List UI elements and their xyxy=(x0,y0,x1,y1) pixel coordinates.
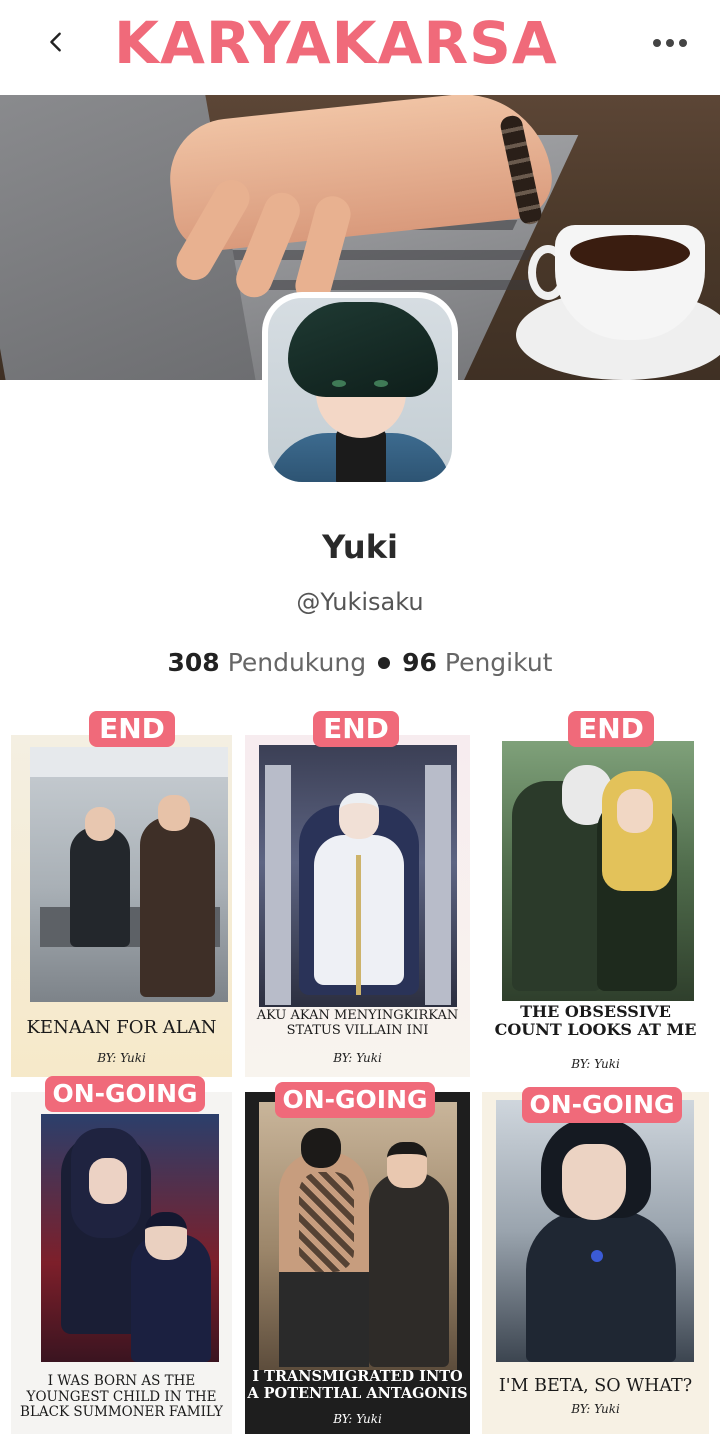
avatar-eye xyxy=(374,380,388,387)
book-cover: AKU AKAN MENYINGKIRKAN STATUS VILLAIN INI… xyxy=(245,735,470,1077)
book-card[interactable]: AKU AKAN MENYINGKIRKAN STATUS VILLAIN INI… xyxy=(245,711,470,1077)
avatar-image xyxy=(268,298,452,482)
book-card[interactable]: I WAS BORN AS THE YOUNGEST CHILD IN THE BL… xyxy=(11,1076,232,1434)
book-cover: KENAAN FOR ALAN BY: Yuki xyxy=(11,735,232,1077)
cover-figure-head xyxy=(85,807,115,841)
bullet-separator xyxy=(378,656,391,669)
cover-figure-head xyxy=(387,1142,427,1188)
cover-illustration xyxy=(259,1102,457,1370)
cover-illustration xyxy=(41,1114,219,1362)
cover-illustration xyxy=(30,747,228,1002)
cover-figure-head xyxy=(617,789,653,833)
cover-figure-head xyxy=(301,1128,341,1168)
book-cover: I'M BETA, SO WHAT? BY: Yuki xyxy=(482,1092,709,1434)
avatar[interactable] xyxy=(262,292,458,488)
book-title: THE OBSESSIVE COUNT LOOKS AT ME xyxy=(494,1002,697,1040)
book-byline: BY: Yuki xyxy=(97,1051,146,1065)
supporters-count: 308 xyxy=(167,648,220,677)
book-card[interactable]: I TRANSMIGRATED INTO A POTENTIAL ANTAGONI… xyxy=(245,1082,470,1434)
book-cover: I TRANSMIGRATED INTO A POTENTIAL ANTAGONI… xyxy=(245,1092,470,1434)
supporters-label: Pendukung xyxy=(227,648,367,677)
book-byline: BY: Yuki xyxy=(571,1402,620,1416)
cover-figure-head xyxy=(145,1212,187,1260)
more-options-button[interactable] xyxy=(648,28,692,58)
cover-tattoo xyxy=(299,1172,354,1272)
cover-figure-cardigan xyxy=(369,1172,449,1367)
avatar-hair xyxy=(288,302,438,397)
app-title: KARYAKARSA xyxy=(114,9,558,77)
cover-sword xyxy=(356,855,361,995)
cover-illustration xyxy=(502,741,694,1001)
status-badge: END xyxy=(89,711,175,747)
status-badge: ON-GOING xyxy=(45,1076,205,1112)
cover-figure-head xyxy=(339,793,379,839)
cover-illustration xyxy=(496,1100,694,1362)
book-title: I'M BETA, SO WHAT? xyxy=(498,1376,693,1396)
cover-illustration xyxy=(259,745,457,1007)
cover-figure-pants xyxy=(279,1272,369,1367)
more-horizontal-icon xyxy=(653,39,687,47)
cover-pillar xyxy=(265,765,291,1005)
book-title: I WAS BORN AS THE YOUNGEST CHILD IN THE BL… xyxy=(20,1373,223,1421)
followers-label: Pengikut xyxy=(444,648,553,677)
cover-figure-head xyxy=(158,795,190,831)
chevron-left-icon xyxy=(50,32,61,52)
cover-ceiling xyxy=(30,747,228,777)
status-badge: END xyxy=(568,711,654,747)
book-title: AKU AKAN MENYINGKIRKAN STATUS VILLAIN INI xyxy=(256,1008,459,1038)
profile-name: Yuki xyxy=(322,528,398,566)
book-cover: THE OBSESSIVE COUNT LOOKS AT ME BY: Yuki xyxy=(482,735,709,1077)
book-byline: BY: Yuki xyxy=(333,1412,382,1426)
book-card[interactable]: I'M BETA, SO WHAT? BY: Yuki ON-GOING xyxy=(482,1087,709,1434)
followers-count: 96 xyxy=(402,648,437,677)
cover-figure-head xyxy=(562,1144,626,1220)
profile-handle: @Yukisaku xyxy=(296,588,424,616)
avatar-eye xyxy=(332,380,346,387)
book-title: I TRANSMIGRATED INTO A POTENTIAL ANTAGONI… xyxy=(247,1368,468,1402)
status-badge: ON-GOING xyxy=(275,1082,435,1118)
status-badge: END xyxy=(313,711,399,747)
cover-pillar xyxy=(425,765,451,1005)
back-button[interactable] xyxy=(36,22,76,62)
book-card[interactable]: THE OBSESSIVE COUNT LOOKS AT ME BY: Yuki … xyxy=(482,711,709,1077)
banner-coffee xyxy=(570,235,690,271)
book-card[interactable]: KENAAN FOR ALAN BY: Yuki END xyxy=(11,711,232,1077)
status-badge: ON-GOING xyxy=(522,1087,682,1123)
top-app-bar: KARYAKARSA xyxy=(0,0,720,95)
profile-stats: 308 Pendukung 96 Pengikut xyxy=(0,648,720,677)
cover-figure-coat xyxy=(526,1210,676,1362)
cover-figure-head xyxy=(89,1158,127,1204)
book-cover: I WAS BORN AS THE YOUNGEST CHILD IN THE BL… xyxy=(11,1092,232,1434)
book-title: KENAAN FOR ALAN xyxy=(26,1017,217,1038)
book-byline: BY: Yuki xyxy=(333,1051,382,1065)
book-byline: BY: Yuki xyxy=(571,1057,620,1071)
cover-figure-hoodie xyxy=(140,817,215,997)
cover-gem xyxy=(591,1250,603,1262)
banner-keyrow xyxy=(242,280,538,290)
cover-figure-suit xyxy=(70,827,130,947)
